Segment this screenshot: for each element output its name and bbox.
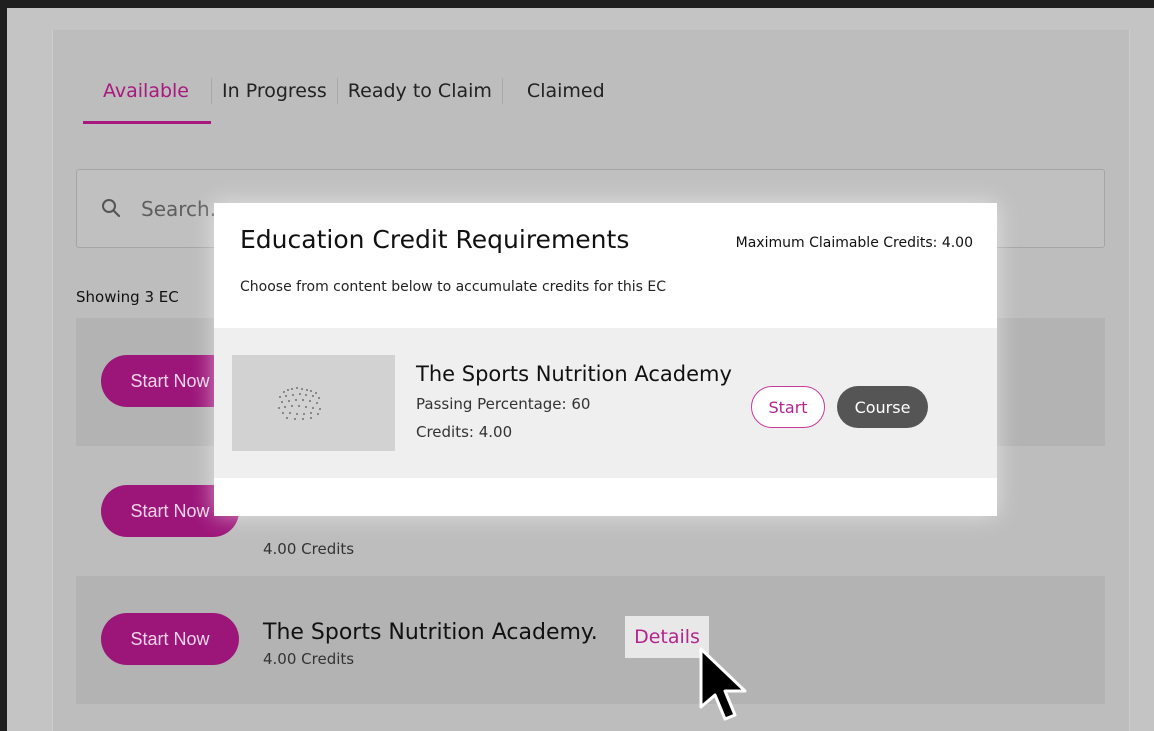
tab-claimed[interactable]: Claimed [517, 80, 615, 102]
row-credits: 4.00 Credits [263, 540, 355, 558]
modal-subtitle: Choose from content below to accumulate … [240, 279, 667, 295]
course-thumbnail-image [278, 387, 321, 420]
tab-divider [501, 78, 503, 104]
row-title: The Sports Nutrition Academy. [263, 620, 598, 645]
list-item: Start Now The Sports Nutrition Academy. … [76, 576, 1105, 704]
course-thumbnail [232, 355, 395, 451]
results-count: Showing 3 EC [76, 288, 179, 306]
mouse-pointer-icon [699, 647, 747, 721]
passing-percentage: Passing Percentage: 60 [416, 395, 591, 413]
start-now-button[interactable]: Start Now [101, 613, 239, 665]
active-tab-underline [83, 121, 211, 124]
course-credits: Credits: 4.00 [416, 423, 513, 441]
max-claimable-credits: Maximum Claimable Credits: 4.00 [735, 235, 973, 251]
modal-title: Education Credit Requirements [240, 225, 630, 254]
course-start-button[interactable]: Start [751, 386, 825, 428]
row-credits: 4.00 Credits [263, 650, 355, 668]
tab-bar: Available In Progress Ready to Claim Cla… [83, 78, 615, 104]
tab-available[interactable]: Available [83, 80, 211, 102]
ec-requirements-modal: Education Credit Requirements Maximum Cl… [214, 203, 997, 516]
course-button[interactable]: Course [837, 386, 928, 428]
tab-in-progress[interactable]: In Progress [212, 80, 337, 102]
course-card: The Sports Nutrition Academy Passing Per… [214, 328, 997, 478]
course-title: The Sports Nutrition Academy [416, 362, 732, 386]
search-icon [102, 199, 121, 218]
tab-ready-to-claim[interactable]: Ready to Claim [338, 80, 502, 102]
